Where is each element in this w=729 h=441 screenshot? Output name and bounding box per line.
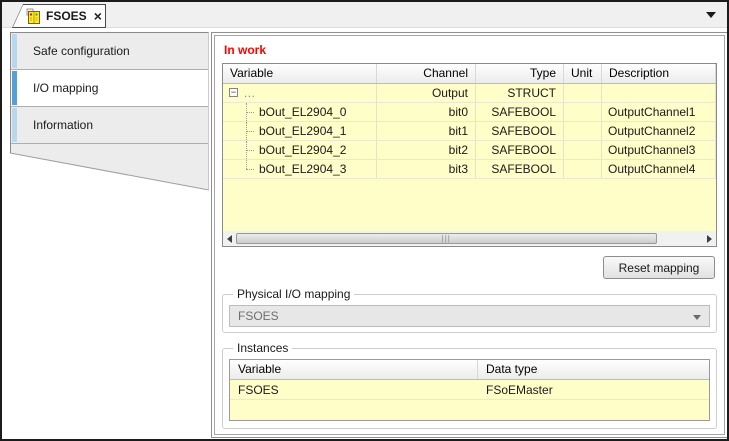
safety-module-icon [26,8,41,24]
reset-mapping-button[interactable]: Reset mapping [603,256,715,279]
table-row-output-struct[interactable]: − … Output STRUCT [223,84,716,103]
scrollbar-thumb[interactable]: ||| [236,233,657,244]
tree-connector [246,160,255,178]
combobox-value: FSOES [238,309,279,323]
row-variable: bOut_EL2904_1 [259,124,346,138]
tab-list-dropdown-icon[interactable] [706,12,716,18]
editor-window: FSOES × Safe configuration I/O mapping I… [0,0,729,441]
instance-variable: FSOES [230,380,478,399]
physical-io-mapping-combobox[interactable]: FSOES [229,305,710,327]
row-unit [564,122,602,140]
instances-row-fsoes[interactable]: FSOES FSoEMaster [230,380,709,400]
row-description: OutputChannel1 [602,103,716,121]
tree-connector [246,103,255,121]
tree-connector [246,122,255,140]
table-row-bout-3[interactable]: bOut_EL2904_3 bit3 SAFEBOOL OutputChanne… [223,160,716,179]
sidebar-item-label: Safe configuration [33,44,130,58]
instances-empty-area [230,400,709,420]
table-row-bout-0[interactable]: bOut_EL2904_0 bit0 SAFEBOOL OutputChanne… [223,103,716,122]
tab-accent-bar [12,71,17,105]
row-variable: bOut_EL2904_0 [259,105,346,119]
row-type: SAFEBOOL [476,103,564,121]
column-header-variable: Variable [223,64,377,83]
row-type: STRUCT [476,84,564,102]
table-empty-area [223,179,716,231]
physical-io-mapping-group: Physical I/O mapping FSOES [222,287,717,333]
table-row-bout-1[interactable]: bOut_EL2904_1 bit1 SAFEBOOL OutputChanne… [223,122,716,141]
io-mapping-panel: In work Variable Channel Type Unit Descr… [211,32,728,438]
sidebar-item-label: Information [33,118,93,132]
io-mapping-table: Variable Channel Type Unit Description −… [222,63,717,247]
sidebar-slant-decoration [10,144,209,196]
row-channel: Output [377,84,476,102]
chevron-down-icon [693,315,701,320]
table-row-bout-2[interactable]: bOut_EL2904_2 bit2 SAFEBOOL OutputChanne… [223,141,716,160]
column-header-type: Type [476,64,564,83]
status-text: In work [224,43,717,57]
scrollbar-grip: ||| [442,235,451,243]
group-title: Physical I/O mapping [233,287,354,301]
row-description: OutputChannel4 [602,160,716,178]
instance-data-type: FSoEMaster [478,380,709,399]
sidebar-item-safe-configuration[interactable]: Safe configuration [11,33,208,70]
row-type: SAFEBOOL [476,122,564,140]
group-title: Instances [233,341,292,355]
row-variable: bOut_EL2904_2 [259,143,346,157]
row-unit [564,160,602,178]
row-description: OutputChannel2 [602,122,716,140]
row-variable: … [243,86,255,100]
column-header-variable: Variable [230,360,478,379]
tab-accent-bar [12,34,17,68]
instances-header-row: Variable Data type [230,360,709,380]
document-tab-fsoes[interactable]: FSOES × [12,4,106,28]
row-channel: bit3 [377,160,476,178]
row-channel: bit0 [377,103,476,121]
row-channel: bit1 [377,122,476,140]
sidebar-item-io-mapping[interactable]: I/O mapping [11,70,208,107]
row-unit [564,141,602,159]
row-unit [564,103,602,121]
row-unit [564,84,602,102]
row-variable: bOut_EL2904_3 [259,162,346,176]
horizontal-scrollbar[interactable]: ||| [223,231,716,246]
row-channel: bit2 [377,141,476,159]
tree-connector [246,141,255,159]
column-header-data-type: Data type [478,360,709,379]
close-icon[interactable]: × [94,10,102,22]
document-tab-title: FSOES [46,9,87,23]
tab-accent-bar [12,108,17,142]
scroll-right-icon[interactable] [705,233,714,244]
instances-group: Instances Variable Data type FSOES FSoEM… [222,341,717,429]
table-header-row: Variable Channel Type Unit Description [223,64,716,84]
column-header-channel: Channel [377,64,476,83]
row-description: OutputChannel3 [602,141,716,159]
row-type: SAFEBOOL [476,160,564,178]
document-tab-bar: FSOES × [2,2,727,28]
row-type: SAFEBOOL [476,141,564,159]
sidebar-item-label: I/O mapping [33,81,98,95]
collapse-icon[interactable]: − [229,88,238,97]
category-tabs: Safe configuration I/O mapping Informati… [10,32,209,196]
row-description [602,84,716,102]
sidebar-item-information[interactable]: Information [11,107,208,144]
column-header-description: Description [602,64,716,83]
instances-table: Variable Data type FSOES FSoEMaster [229,359,710,421]
column-header-unit: Unit [564,64,602,83]
scroll-left-icon[interactable] [225,233,234,244]
